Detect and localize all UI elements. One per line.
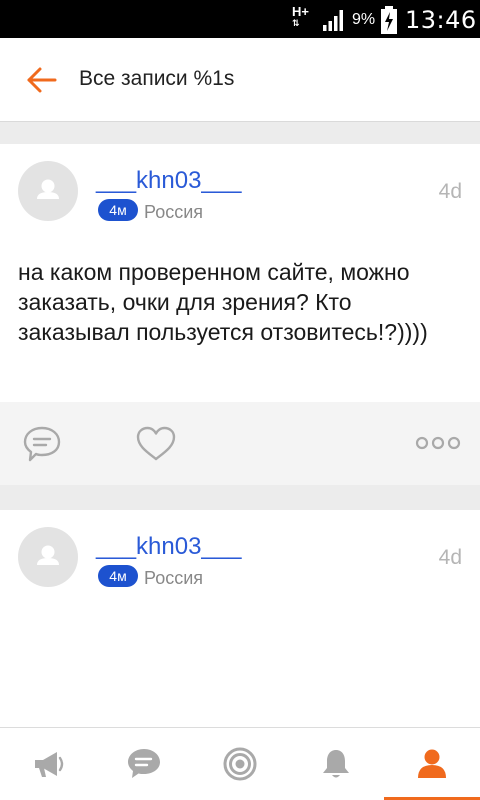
battery-charging-icon xyxy=(381,6,397,34)
user-silhouette-icon xyxy=(37,545,59,565)
post-time: 4d xyxy=(438,180,462,203)
post-actions xyxy=(0,402,480,485)
chat-icon xyxy=(128,749,160,778)
post-card[interactable]: ___khn03___ 4м Россия 4d xyxy=(0,510,480,727)
target-icon xyxy=(223,747,257,781)
bottom-navigation xyxy=(0,727,480,800)
megaphone-icon xyxy=(35,752,64,777)
nav-item-profile[interactable] xyxy=(384,728,480,800)
post-text[interactable]: на каком проверенном сайте, можно заказа… xyxy=(18,257,468,347)
page-title: Все записи %1s xyxy=(79,67,235,90)
battery-percent: 9% xyxy=(352,11,376,28)
author-country: Россия xyxy=(144,202,204,222)
avatar[interactable] xyxy=(18,161,78,221)
data-arrows-icon: ⇅ xyxy=(292,18,300,28)
post-card[interactable]: ___khn03___ 4м Россия 4d на каком провер… xyxy=(0,144,480,485)
bell-icon xyxy=(323,750,349,778)
author-country: Россия xyxy=(144,568,204,588)
signal-icon xyxy=(323,10,343,31)
profile-icon xyxy=(418,749,446,778)
post-author[interactable]: ___khn03___ xyxy=(96,167,241,195)
arrow-left-icon[interactable] xyxy=(24,64,60,96)
status-badge: 4м xyxy=(98,199,138,221)
status-bar: H+ ⇅ 9% 13:46 xyxy=(0,0,480,38)
nav-item-notifications[interactable] xyxy=(288,728,384,800)
nav-item-feed[interactable] xyxy=(0,728,96,800)
user-silhouette-icon xyxy=(37,179,59,199)
heart-icon[interactable] xyxy=(135,424,177,464)
more-dots-icon[interactable] xyxy=(414,434,462,452)
nav-item-discussions[interactable] xyxy=(192,728,288,800)
app-bar: Все записи %1s xyxy=(0,38,480,122)
post-time: 4d xyxy=(438,546,462,569)
network-type: H+ xyxy=(292,4,309,19)
status-badge: 4м xyxy=(98,565,138,587)
network-indicator: H+ ⇅ xyxy=(292,5,316,28)
post-author[interactable]: ___khn03___ xyxy=(96,533,241,561)
avatar[interactable] xyxy=(18,527,78,587)
clock: 13:46 xyxy=(405,6,477,34)
comment-icon[interactable] xyxy=(22,424,62,464)
nav-item-messages[interactable] xyxy=(96,728,192,800)
